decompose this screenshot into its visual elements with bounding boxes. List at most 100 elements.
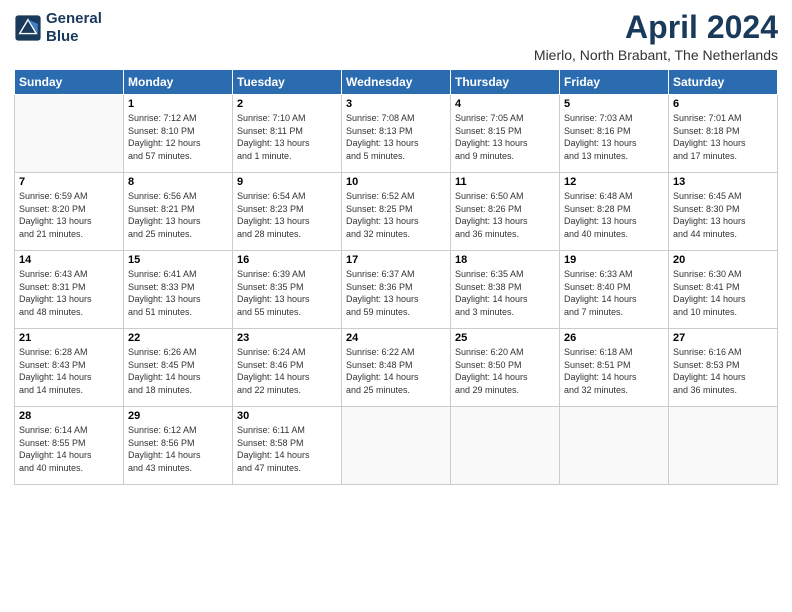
calendar-cell: 2 Sunrise: 7:10 AM Sunset: 8:11 PM Daylig… (233, 95, 342, 173)
calendar-cell: 11 Sunrise: 6:50 AM Sunset: 8:26 PM Dayli… (451, 173, 560, 251)
calendar-cell: 1Sunrise: 7:12 AM Sunset: 8:10 PM Daylig… (124, 95, 233, 173)
calendar-cell: 10Sunrise: 6:52 AM Sunset: 8:25 PM Dayli… (342, 173, 451, 251)
day-info: Sunrise: 6:43 AM Sunset: 8:31 PM Dayligh… (19, 268, 119, 318)
calendar-table: Sunday Monday Tuesday Wednesday Thursday… (14, 69, 778, 485)
day-number: 8 (128, 176, 228, 188)
day-number: 16 (237, 254, 337, 266)
day-number: 6 (673, 98, 773, 110)
week-row-1: 1Sunrise: 7:12 AM Sunset: 8:10 PM Daylig… (15, 95, 778, 173)
day-number: 12 (564, 176, 664, 188)
day-info: Sunrise: 6:26 AM Sunset: 8:45 PM Dayligh… (128, 346, 228, 396)
calendar-cell (560, 407, 669, 485)
calendar-cell: 13 Sunrise: 6:45 AM Sunset: 8:30 PM Dayli… (669, 173, 778, 251)
day-number: 15 (128, 254, 228, 266)
day-info: Sunrise: 6:59 AM Sunset: 8:20 PM Dayligh… (19, 190, 119, 240)
calendar-cell: 24Sunrise: 6:22 AM Sunset: 8:48 PM Dayli… (342, 329, 451, 407)
day-info: Sunrise: 6:24 AM Sunset: 8:46 PM Dayligh… (237, 346, 337, 396)
day-info: Sunrise: 6:11 AM Sunset: 8:58 PM Dayligh… (237, 424, 337, 474)
calendar-cell: 30Sunrise: 6:11 AM Sunset: 8:58 PM Dayli… (233, 407, 342, 485)
calendar-cell: 17 Sunrise: 6:37 AM Sunset: 8:36 PM Dayli… (342, 251, 451, 329)
day-info: Sunrise: 6:16 AM Sunset: 8:53 PM Dayligh… (673, 346, 773, 396)
calendar-cell: 8 Sunrise: 6:56 AM Sunset: 8:21 PM Daylig… (124, 173, 233, 251)
day-number: 27 (673, 332, 773, 344)
calendar-cell: 28Sunrise: 6:14 AM Sunset: 8:55 PM Dayli… (15, 407, 124, 485)
header-row: Sunday Monday Tuesday Wednesday Thursday… (15, 70, 778, 95)
day-number: 20 (673, 254, 773, 266)
day-info: Sunrise: 6:33 AM Sunset: 8:40 PM Dayligh… (564, 268, 664, 318)
calendar-cell (451, 407, 560, 485)
day-info: Sunrise: 6:41 AM Sunset: 8:33 PM Dayligh… (128, 268, 228, 318)
col-sunday: Sunday (15, 70, 124, 95)
calendar-cell: 15 Sunrise: 6:41 AM Sunset: 8:33 PM Dayli… (124, 251, 233, 329)
day-info: Sunrise: 7:05 AM Sunset: 8:15 PM Dayligh… (455, 112, 555, 162)
day-info: Sunrise: 6:45 AM Sunset: 8:30 PM Dayligh… (673, 190, 773, 240)
day-number: 26 (564, 332, 664, 344)
calendar-cell: 14 Sunrise: 6:43 AM Sunset: 8:31 PM Dayli… (15, 251, 124, 329)
header: General Blue April 2024 Mierlo, North Br… (14, 10, 778, 63)
day-info: Sunrise: 6:54 AM Sunset: 8:23 PM Dayligh… (237, 190, 337, 240)
calendar-cell: 19 Sunrise: 6:33 AM Sunset: 8:40 PM Dayli… (560, 251, 669, 329)
calendar-cell: 23 Sunrise: 6:24 AM Sunset: 8:46 PM Dayli… (233, 329, 342, 407)
week-row-3: 14 Sunrise: 6:43 AM Sunset: 8:31 PM Dayli… (15, 251, 778, 329)
day-info: Sunrise: 6:37 AM Sunset: 8:36 PM Dayligh… (346, 268, 446, 318)
day-number: 11 (455, 176, 555, 188)
day-info: Sunrise: 6:50 AM Sunset: 8:26 PM Dayligh… (455, 190, 555, 240)
day-info: Sunrise: 6:35 AM Sunset: 8:38 PM Dayligh… (455, 268, 555, 318)
day-number: 21 (19, 332, 119, 344)
day-info: Sunrise: 6:39 AM Sunset: 8:35 PM Dayligh… (237, 268, 337, 318)
day-info: Sunrise: 7:10 AM Sunset: 8:11 PM Dayligh… (237, 112, 337, 162)
calendar-cell: 5Sunrise: 7:03 AM Sunset: 8:16 PM Daylig… (560, 95, 669, 173)
day-number: 23 (237, 332, 337, 344)
day-info: Sunrise: 6:18 AM Sunset: 8:51 PM Dayligh… (564, 346, 664, 396)
day-info: Sunrise: 7:01 AM Sunset: 8:18 PM Dayligh… (673, 112, 773, 162)
month-title: April 2024 (534, 10, 778, 45)
day-number: 13 (673, 176, 773, 188)
day-number: 14 (19, 254, 119, 266)
calendar-cell: 12 Sunrise: 6:48 AM Sunset: 8:28 PM Dayli… (560, 173, 669, 251)
calendar-cell: 25 Sunrise: 6:20 AM Sunset: 8:50 PM Dayli… (451, 329, 560, 407)
logo-text: General Blue (46, 10, 102, 46)
logo-icon (14, 14, 42, 42)
day-info: Sunrise: 6:20 AM Sunset: 8:50 PM Dayligh… (455, 346, 555, 396)
day-number: 7 (19, 176, 119, 188)
location-title: Mierlo, North Brabant, The Netherlands (534, 47, 778, 63)
calendar-cell: 6 Sunrise: 7:01 AM Sunset: 8:18 PM Daylig… (669, 95, 778, 173)
week-row-2: 7 Sunrise: 6:59 AM Sunset: 8:20 PM Daylig… (15, 173, 778, 251)
day-number: 22 (128, 332, 228, 344)
day-number: 29 (128, 410, 228, 422)
calendar-cell: 7 Sunrise: 6:59 AM Sunset: 8:20 PM Daylig… (15, 173, 124, 251)
day-number: 2 (237, 98, 337, 110)
calendar-cell: 27 Sunrise: 6:16 AM Sunset: 8:53 PM Dayli… (669, 329, 778, 407)
day-number: 19 (564, 254, 664, 266)
calendar-cell (15, 95, 124, 173)
calendar-cell: 18 Sunrise: 6:35 AM Sunset: 8:38 PM Dayli… (451, 251, 560, 329)
day-number: 28 (19, 410, 119, 422)
title-block: April 2024 Mierlo, North Brabant, The Ne… (534, 10, 778, 63)
calendar-cell: 21Sunrise: 6:28 AM Sunset: 8:43 PM Dayli… (15, 329, 124, 407)
day-number: 25 (455, 332, 555, 344)
calendar-cell: 16 Sunrise: 6:39 AM Sunset: 8:35 PM Dayli… (233, 251, 342, 329)
day-number: 17 (346, 254, 446, 266)
day-info: Sunrise: 6:12 AM Sunset: 8:56 PM Dayligh… (128, 424, 228, 474)
day-number: 3 (346, 98, 446, 110)
calendar-cell: 29 Sunrise: 6:12 AM Sunset: 8:56 PM Dayli… (124, 407, 233, 485)
col-wednesday: Wednesday (342, 70, 451, 95)
day-number: 18 (455, 254, 555, 266)
calendar-cell: 20Sunrise: 6:30 AM Sunset: 8:41 PM Dayli… (669, 251, 778, 329)
day-info: Sunrise: 6:48 AM Sunset: 8:28 PM Dayligh… (564, 190, 664, 240)
col-friday: Friday (560, 70, 669, 95)
calendar-cell (669, 407, 778, 485)
week-row-4: 21Sunrise: 6:28 AM Sunset: 8:43 PM Dayli… (15, 329, 778, 407)
day-info: Sunrise: 7:12 AM Sunset: 8:10 PM Dayligh… (128, 112, 228, 162)
day-info: Sunrise: 7:03 AM Sunset: 8:16 PM Dayligh… (564, 112, 664, 162)
logo-line2: Blue (46, 28, 102, 46)
day-info: Sunrise: 7:08 AM Sunset: 8:13 PM Dayligh… (346, 112, 446, 162)
calendar-cell: 3 Sunrise: 7:08 AM Sunset: 8:13 PM Daylig… (342, 95, 451, 173)
calendar-cell: 9Sunrise: 6:54 AM Sunset: 8:23 PM Daylig… (233, 173, 342, 251)
col-tuesday: Tuesday (233, 70, 342, 95)
logo-line1: General (46, 10, 102, 28)
day-number: 4 (455, 98, 555, 110)
col-monday: Monday (124, 70, 233, 95)
day-number: 10 (346, 176, 446, 188)
day-info: Sunrise: 6:56 AM Sunset: 8:21 PM Dayligh… (128, 190, 228, 240)
